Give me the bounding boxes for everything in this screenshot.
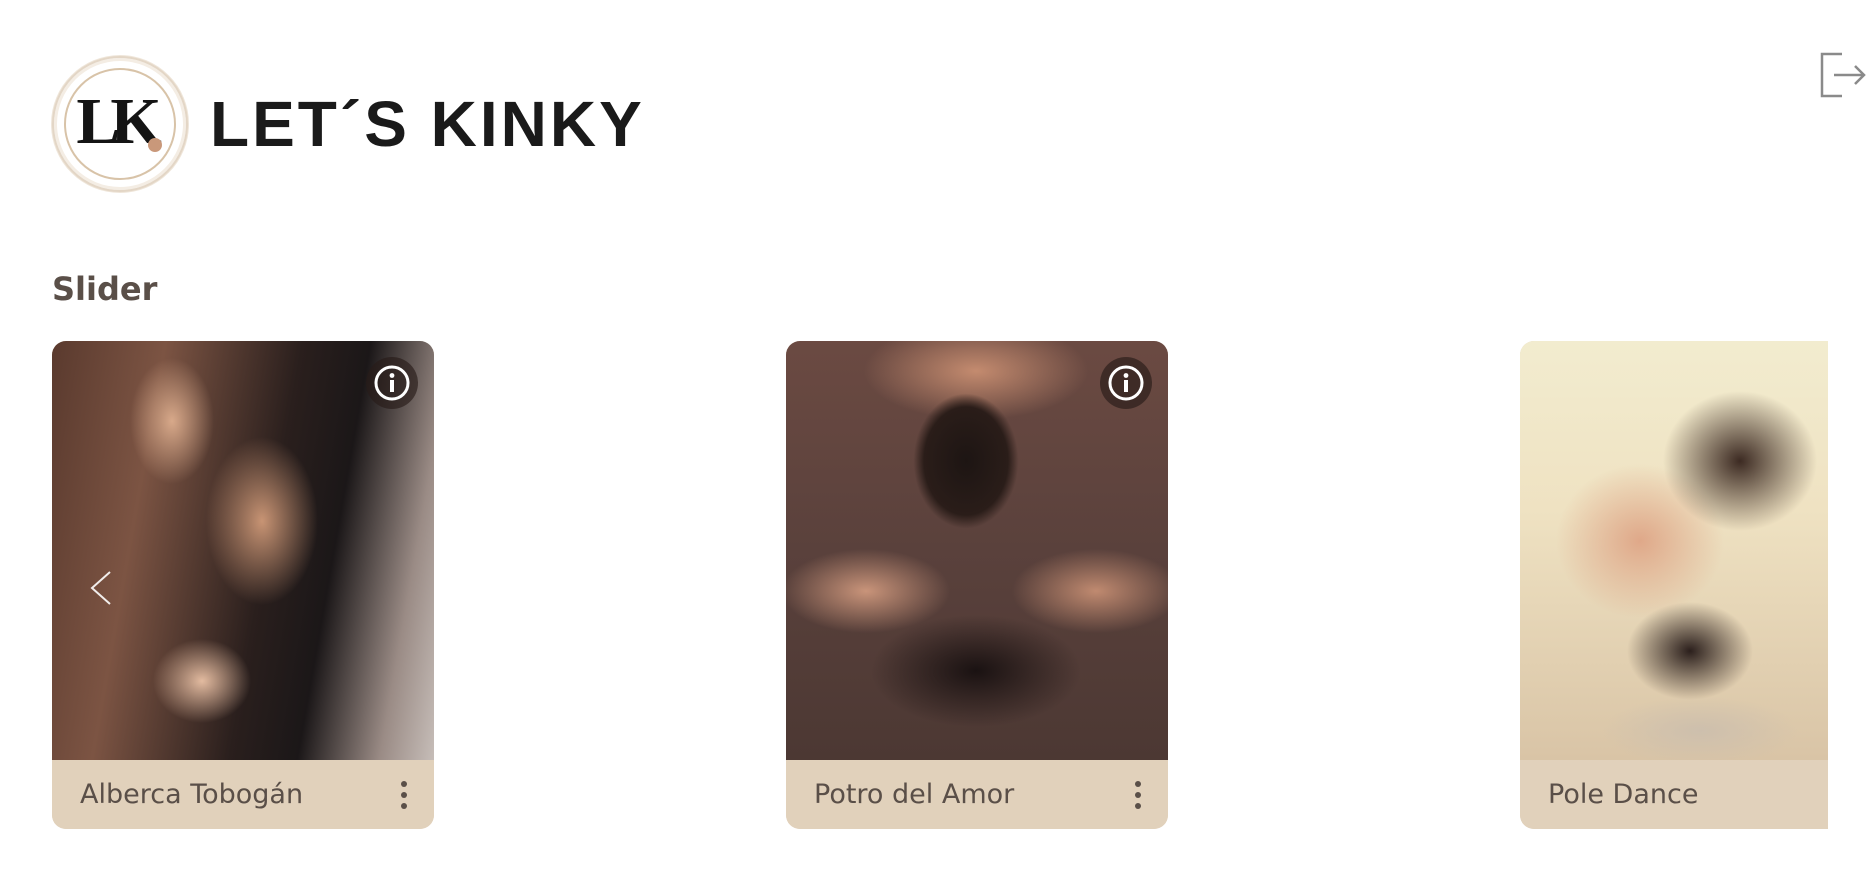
logout-icon: [1820, 52, 1866, 98]
card-pole-dance[interactable]: Pole Dance: [1520, 341, 1828, 829]
more-options-button[interactable]: [394, 777, 414, 813]
brand-logo[interactable]: LK LET´S KINKY: [52, 56, 645, 192]
card-image[interactable]: [1520, 341, 1828, 760]
card-title[interactable]: Pole Dance: [1548, 779, 1698, 810]
logo-text: LET´S KINKY: [210, 88, 645, 160]
info-icon: [1108, 365, 1144, 401]
card-title[interactable]: Potro del Amor: [814, 779, 1014, 810]
section-title: Slider: [52, 270, 158, 308]
info-button[interactable]: [1100, 357, 1152, 409]
card-title[interactable]: Alberca Tobogán: [80, 779, 303, 810]
info-button[interactable]: [366, 357, 418, 409]
logo-dot: [148, 138, 162, 152]
slider-track: Alberca Tobogán Potro del Amor Pole Danc…: [52, 341, 1828, 831]
kebab-menu-icon: [401, 780, 407, 809]
card-potro-del-amor[interactable]: Potro del Amor: [786, 341, 1168, 829]
logo-badge: LK: [52, 56, 188, 192]
kebab-menu-icon: [1135, 780, 1141, 809]
logo-initials: LK: [76, 85, 161, 158]
more-options-button[interactable]: [1128, 777, 1148, 813]
slider-prev-button[interactable]: [86, 568, 116, 608]
card-footer: Alberca Tobogán: [52, 760, 434, 829]
chevron-left-icon: [90, 571, 111, 605]
card-slider: Alberca Tobogán Potro del Amor Pole Danc…: [52, 341, 1828, 831]
card-footer: Pole Dance: [1520, 760, 1828, 829]
info-icon: [374, 365, 410, 401]
card-footer: Potro del Amor: [786, 760, 1168, 829]
logout-button[interactable]: [1818, 50, 1866, 100]
